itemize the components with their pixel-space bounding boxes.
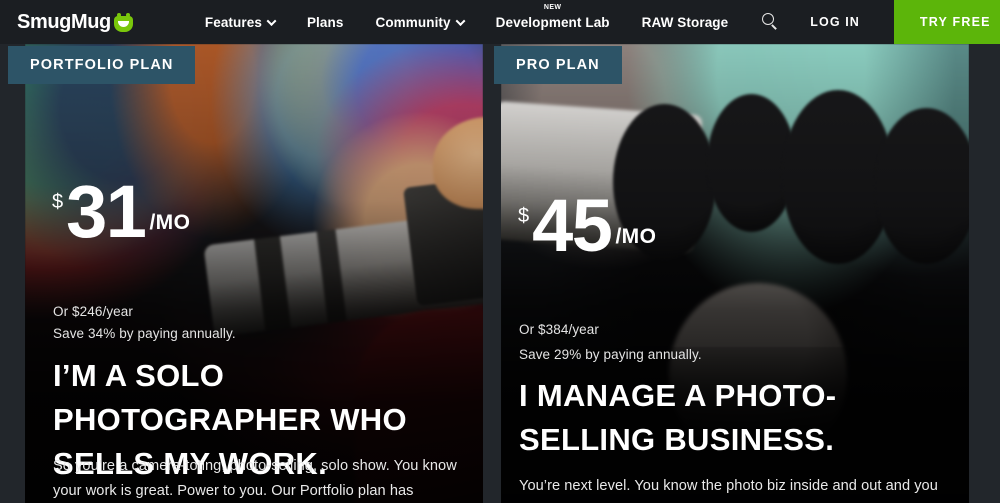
portfolio-plan-banner: PORTFOLIO PLAN	[8, 46, 196, 84]
pro-annual-price: Or $384/year	[519, 322, 599, 337]
chevron-down-icon	[266, 15, 277, 26]
plan-panels: $ 31 /MO Or $246/year Save 34% by paying…	[0, 44, 1000, 503]
smugmug-logo[interactable]: SmugMug	[17, 12, 133, 32]
price-period: /MO	[149, 210, 191, 234]
portfolio-body-text: So you’re a camera-toting, photo-selling…	[53, 458, 457, 500]
pro-savings-note: Save 29% by paying annually.	[519, 347, 702, 362]
nav-item-label: Community	[375, 14, 451, 30]
nav-item-plans[interactable]: Plans	[307, 15, 344, 30]
nav-item-community[interactable]: Community	[375, 14, 466, 30]
currency-symbol: $	[518, 205, 530, 227]
portfolio-body-copy: So you’re a camera-toting, photo-selling…	[53, 454, 473, 503]
search-icon[interactable]	[760, 12, 780, 32]
nav-item-label: RAW Storage	[641, 14, 729, 30]
chevron-down-icon	[455, 15, 466, 26]
nav-item-development-lab[interactable]: NEW Development Lab	[495, 4, 610, 30]
price-amount: 45	[532, 184, 613, 267]
pro-price: $ 45 /MO	[518, 184, 657, 267]
pro-content: $ 45 /MO Or $384/year Save 29% by paying…	[501, 44, 969, 503]
nav-links: Features Plans Community NEW Development…	[204, 4, 760, 30]
nav-right-actions: LOG IN TRY FREE	[760, 0, 1000, 44]
nav-item-raw-storage[interactable]: RAW Storage	[642, 15, 729, 30]
nav-item-label: Plans	[306, 14, 344, 30]
plan-card-portfolio[interactable]: $ 31 /MO Or $246/year Save 34% by paying…	[25, 44, 483, 503]
page-root: SmugMug Features Plans Community NEW Dev…	[0, 0, 1000, 503]
nav-item-label: Development Lab	[495, 14, 610, 30]
plan-card-pro[interactable]: $ 45 /MO Or $384/year Save 29% by paying…	[501, 44, 969, 503]
pro-plan-banner: PRO PLAN	[494, 46, 622, 84]
try-free-button[interactable]: TRY FREE	[893, 0, 1000, 44]
pro-headline: I MANAGE A PHOTO-SELLING BUSINESS.	[519, 378, 837, 458]
logo-text: SmugMug	[17, 11, 111, 33]
price-period: /MO	[615, 224, 657, 248]
portfolio-savings-note: Save 34% by paying annually.	[53, 326, 236, 341]
nav-item-label: Features	[204, 14, 262, 30]
pro-body-text-part1: You’re next level. You know the photo bi…	[519, 478, 938, 494]
top-navigation-bar: SmugMug Features Plans Community NEW Dev…	[0, 0, 1000, 44]
smugmug-smiley-icon	[113, 12, 133, 32]
new-badge: NEW	[543, 3, 562, 11]
pro-body-copy: You’re next level. You know the photo bi…	[519, 474, 939, 503]
portfolio-price: $ 31 /MO	[52, 170, 191, 253]
price-amount: 31	[66, 170, 147, 253]
portfolio-content: $ 31 /MO Or $246/year Save 34% by paying…	[25, 44, 483, 503]
nav-item-features[interactable]: Features	[204, 14, 277, 30]
portfolio-annual-price: Or $246/year	[53, 304, 133, 319]
currency-symbol: $	[52, 191, 64, 213]
log-in-button[interactable]: LOG IN	[810, 15, 860, 29]
